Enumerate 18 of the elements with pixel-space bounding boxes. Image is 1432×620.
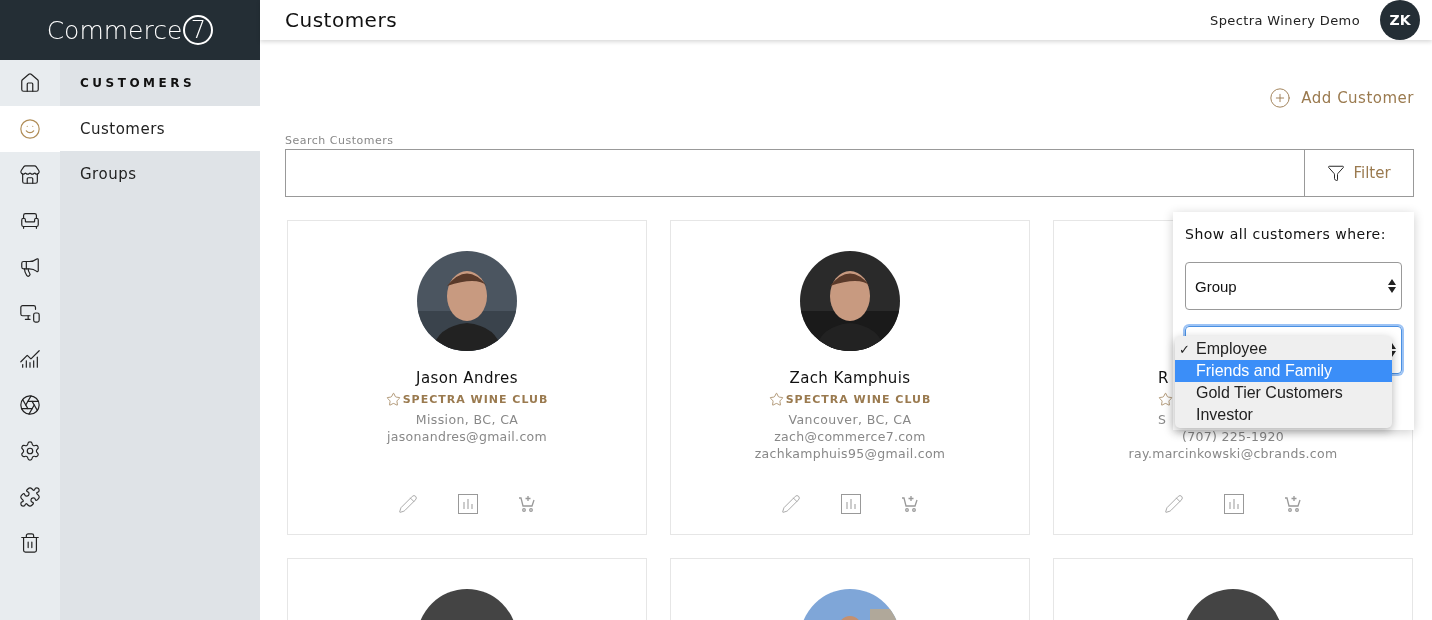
contact-line: ray.marcinkowski@cbrands.com: [1128, 446, 1338, 463]
contact-line: (707) 225-1920: [1182, 429, 1284, 446]
club-name: SPECTRA WINE CLUB: [785, 392, 932, 406]
club-name: SPECTRA WINE CLUB: [402, 392, 549, 406]
customer-name: Zach Kamphuis: [789, 369, 911, 389]
search-label: Search Customers: [285, 134, 395, 147]
customer-name: R: [1158, 369, 1169, 389]
section-heading: CUSTOMERS: [79, 75, 197, 92]
contact-line: jasonandres@gmail.com: [387, 429, 547, 446]
customer-location: Vancouver, BC, CA: [788, 412, 912, 429]
checkmark-icon: ✓: [1179, 341, 1196, 357]
page-title: Customers: [285, 8, 399, 32]
customer-location: Mission, BC, CA: [415, 412, 519, 429]
contact-line: zach@commerce7.com: [774, 429, 926, 446]
customer-name: Jason Andres: [416, 369, 518, 389]
popover-title: Show all customers where:: [1185, 226, 1387, 242]
contact-line: zachkamphuis95@gmail.com: [754, 446, 946, 463]
customer-location: S: [1158, 412, 1167, 429]
